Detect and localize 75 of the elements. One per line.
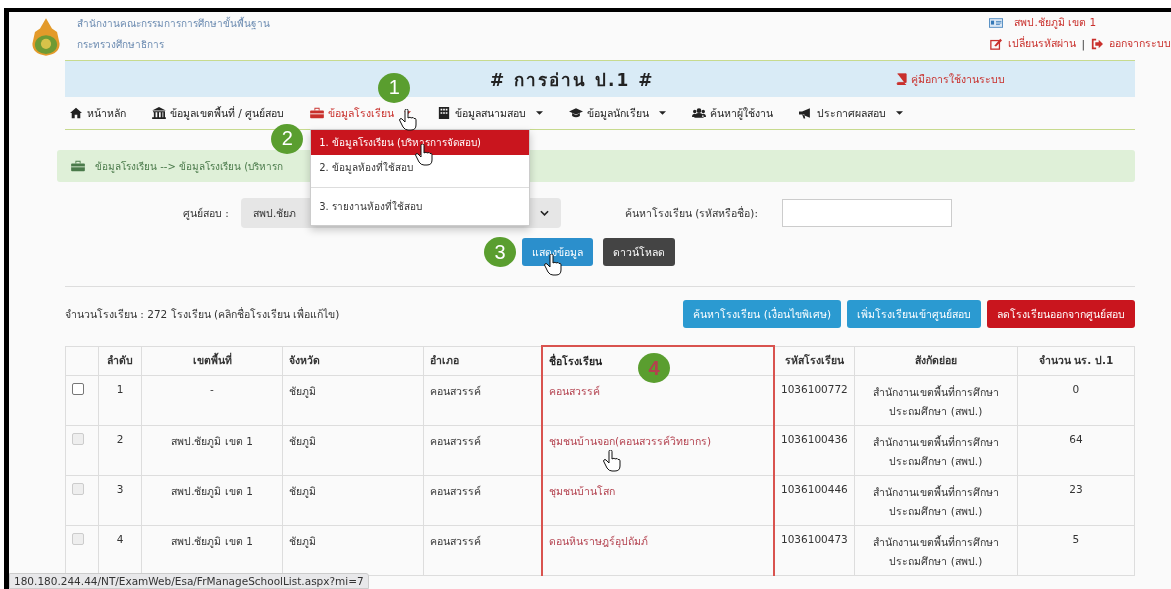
dropdown-item[interactable]: 3. รายงานห้องที่ใช้สอบ — [311, 193, 530, 219]
column-header: สังกัดย่อย — [854, 346, 1018, 376]
table-cell: 23 — [1017, 475, 1135, 526]
hand-cursor-icon — [603, 450, 621, 472]
table-cell: 1 — [98, 375, 142, 426]
table-cell: 2 — [98, 425, 142, 476]
table-cell: 1036100473 — [774, 525, 855, 576]
step-number-badge: 4 — [638, 353, 670, 383]
table-cell: 5 — [1017, 525, 1135, 576]
column-header: รหัสโรงเรียน — [774, 346, 855, 376]
column-header: อำเภอ — [423, 346, 542, 376]
action-button[interactable]: เพิ่มโรงเรียนเข้าศูนย์สอบ — [847, 300, 981, 328]
organization-name: สำนักงานคณะกรรมการการศึกษาขั้นพื้นฐาน — [77, 16, 270, 31]
users-icon — [692, 107, 707, 119]
table-cell: ชัยภูมิ — [282, 475, 424, 526]
building-icon — [437, 107, 452, 119]
search-input[interactable] — [781, 199, 952, 227]
status-bar-url: 180.180.244.44/NT/ExamWeb/Esa/FrManageSchoolList.aspx?mi=7 — [9, 573, 369, 589]
organization-name: กระทรวงศึกษาธิการ — [77, 38, 165, 52]
home-icon — [69, 107, 83, 119]
edit-icon — [989, 37, 1004, 50]
action-button[interactable]: ลดโรงเรียนออกจากศูนย์สอบ — [987, 300, 1135, 328]
nav-menu-item[interactable]: ประกาศผลสอบ — [799, 104, 904, 122]
id-card-icon — [989, 16, 1004, 29]
form-button[interactable]: ดาวน์โหลด — [603, 238, 675, 266]
nav-menu-item[interactable]: หน้าหลัก — [69, 104, 126, 122]
user-name: สพป.ชัยภูมิ เขต 1 — [1014, 15, 1097, 31]
step-number-badge: 2 — [271, 123, 304, 154]
graduation-cap-icon — [569, 107, 584, 119]
breadcrumb-text: ข้อมูลโรงเรียน --> ข้อมูลโรงเรียน (บริหารก — [95, 159, 284, 174]
table-cell: สำนักงานเขตพื้นที่การศึกษาประถมศึกษา (สพป.) — [854, 475, 1018, 526]
school-count-text: จำนวนโรงเรียน : 272 โรงเรียน (คลิกชื่อโรงเรียน เพื่อแก้ไข) — [65, 306, 340, 322]
form-button[interactable]: แสดงข้อมูล — [522, 238, 593, 266]
field-label: ศูนย์สอบ : — [183, 205, 229, 222]
table-cell: สำนักงานเขตพื้นที่การศึกษาประถมศึกษา (สพป.) — [854, 425, 1018, 476]
briefcase-icon — [310, 107, 325, 119]
table-cell: 0 — [1017, 375, 1135, 426]
row-checkbox[interactable] — [72, 383, 84, 395]
book-icon — [894, 73, 908, 85]
bank-building-icon — [152, 107, 166, 119]
column-header: เขตพื้นที่ — [141, 346, 283, 376]
field-label: ค้นหาโรงเรียน (รหัสหรือชื่อ): — [624, 205, 758, 221]
manual-link[interactable]: คู่มือการใช้งานระบบ — [894, 70, 1005, 88]
table-cell: - — [141, 375, 283, 426]
step-number-badge: 3 — [484, 237, 516, 267]
nav-menu-item[interactable]: ค้นหาผู้ใช้งาน — [692, 104, 774, 122]
chevron-down-icon — [539, 210, 549, 216]
action-button[interactable]: ค้นหาโรงเรียน (เงื่อนไขพิเศษ) — [683, 300, 841, 328]
dropdown-item[interactable]: 1. ข้อมูลโรงเรียน (บริหารการจัดสอบ) — [311, 129, 530, 155]
header-link[interactable]: ออกจากระบบ — [1109, 35, 1171, 52]
table-cell: 1036100436 — [774, 425, 855, 476]
table-cell: 3 — [98, 475, 142, 526]
nav-menu-item[interactable]: ข้อมูลเขตพื้นที่ / ศูนย์สอบ — [152, 104, 285, 122]
column-header: จังหวัด — [282, 346, 424, 376]
nav-menu-item[interactable]: ข้อมูลสนามสอบ — [437, 104, 544, 122]
table-cell: 1036100772 — [774, 375, 855, 426]
table-cell: สพป.ชัยภูมิ เขต 1 — [141, 425, 283, 476]
emblem-logo — [29, 16, 63, 58]
separator: | — [1081, 37, 1085, 50]
column-header: จำนวน นร. ป.1 — [1017, 346, 1135, 376]
table-cell: 64 — [1017, 425, 1135, 476]
nav-menu-item[interactable]: ข้อมูลนักเรียน — [569, 104, 667, 122]
table-cell: ชัยภูมิ — [282, 375, 424, 426]
table-cell: ชัยภูมิ — [282, 425, 424, 476]
school-name-link[interactable]: คอนสวรรค์ — [542, 375, 774, 426]
briefcase-icon — [71, 160, 85, 172]
table-cell: 1036100446 — [774, 475, 855, 526]
header-link[interactable]: เปลี่ยนรหัสผ่าน — [1008, 35, 1077, 52]
logout-icon — [1090, 37, 1104, 50]
table-cell: สำนักงานเขตพื้นที่การศึกษาประถมศึกษา (สพป.) — [854, 525, 1018, 576]
column-header: ลำดับ — [98, 346, 142, 376]
table-cell: สำนักงานเขตพื้นที่การศึกษาประถมศึกษา (สพป.) — [854, 375, 1018, 426]
dropdown-item[interactable]: 2. ข้อมูลห้องที่ใช้สอบ — [311, 154, 530, 179]
table-cell: สพป.ชัยภูมิ เขต 1 — [141, 475, 283, 526]
page-title: # การอ่าน ป.1 # — [490, 68, 655, 92]
